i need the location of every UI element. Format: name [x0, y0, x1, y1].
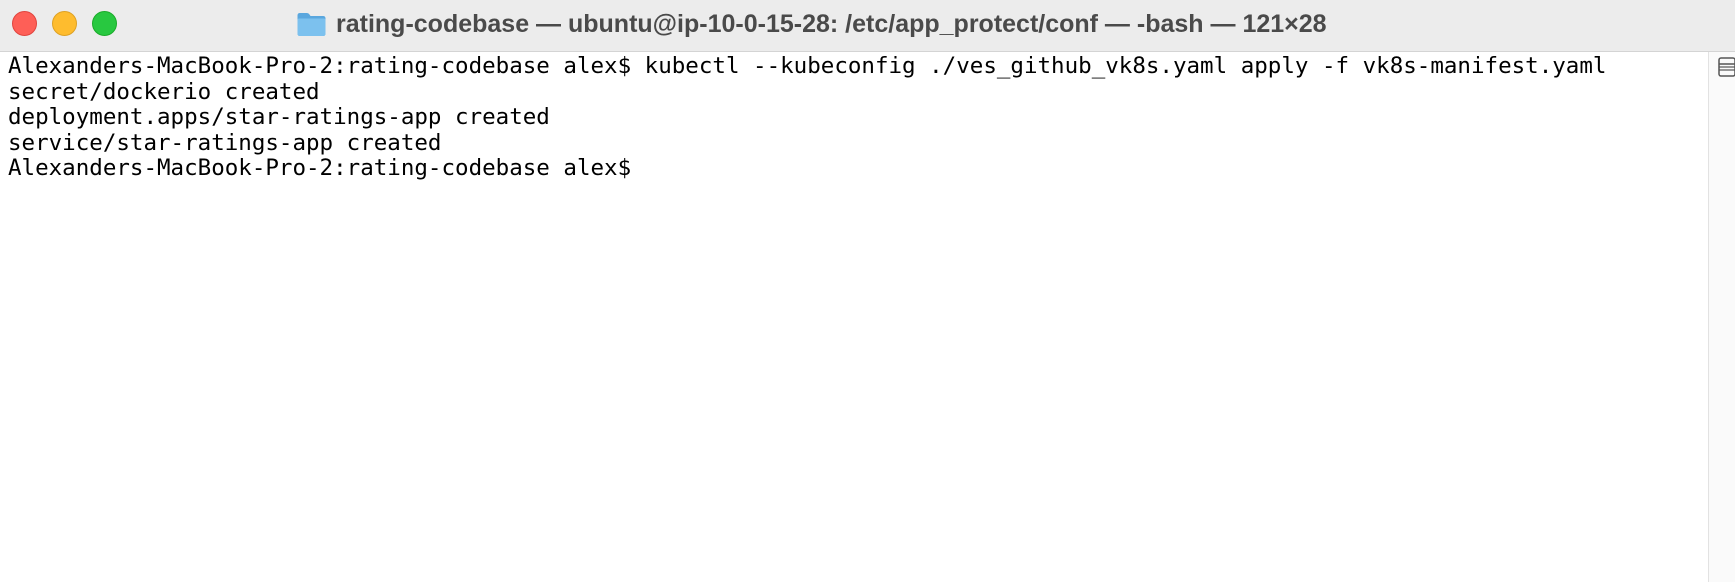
terminal-line: Alexanders-MacBook-Pro-2:rating-codebase…	[8, 53, 1607, 79]
terminal-output[interactable]: Alexanders-MacBook-Pro-2:rating-codebase…	[0, 52, 1708, 582]
window-title: rating-codebase — ubuntu@ip-10-0-15-28: …	[296, 8, 1327, 40]
split-pane-icon[interactable]	[1718, 57, 1735, 77]
terminal-window: rating-codebase — ubuntu@ip-10-0-15-28: …	[0, 0, 1735, 582]
folder-icon	[296, 11, 327, 37]
scrollbar[interactable]	[1708, 52, 1735, 582]
terminal-prompt-line: Alexanders-MacBook-Pro-2:rating-codebase…	[8, 155, 632, 181]
terminal-line: deployment.apps/star-ratings-app created	[8, 104, 550, 130]
close-button[interactable]	[12, 11, 37, 36]
title-bar[interactable]: rating-codebase — ubuntu@ip-10-0-15-28: …	[0, 0, 1735, 52]
terminal-line: secret/dockerio created	[8, 78, 320, 105]
terminal-line: service/star-ratings-app created	[8, 129, 442, 156]
minimize-button[interactable]	[52, 11, 77, 36]
zoom-button[interactable]	[92, 11, 117, 36]
window-title-text: rating-codebase — ubuntu@ip-10-0-15-28: …	[336, 9, 1327, 38]
